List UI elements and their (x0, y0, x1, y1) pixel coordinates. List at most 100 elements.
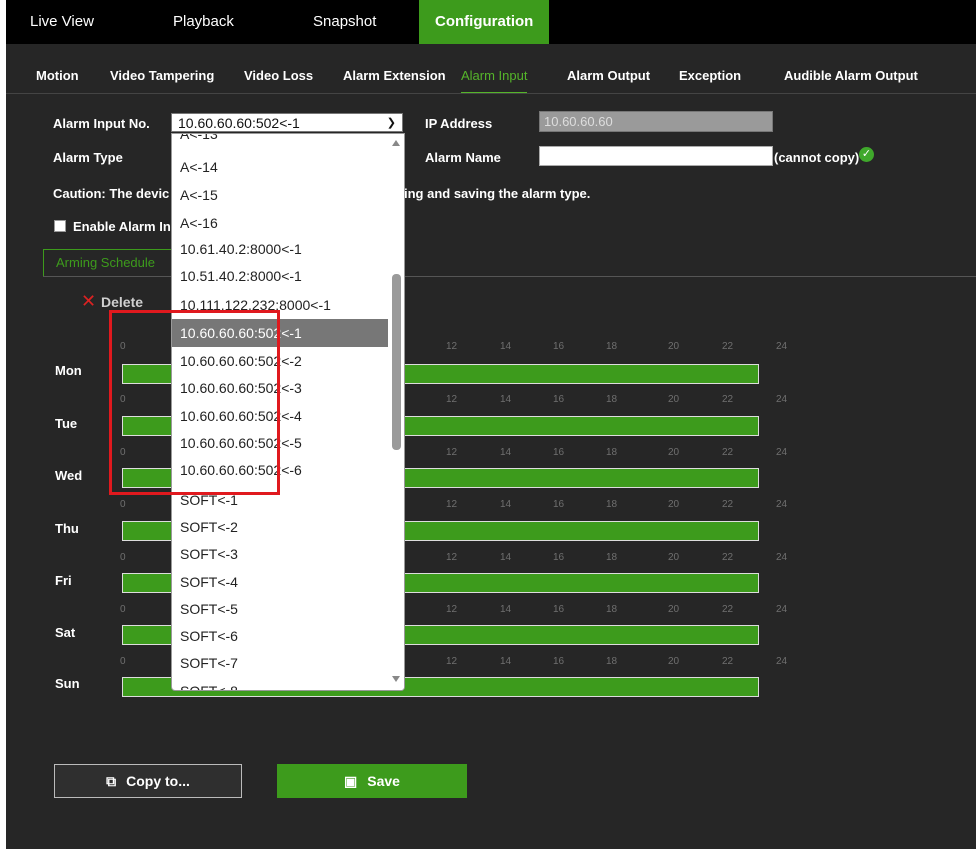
subtab-video-tampering[interactable]: Video Tampering (110, 58, 214, 94)
dropdown-option[interactable]: SOFT<-2 (172, 513, 388, 541)
copy-to-button[interactable]: ⧉ Copy to... (54, 764, 242, 798)
alarm-type-label: Alarm Type (53, 150, 123, 165)
tick-label: 12 (446, 499, 458, 510)
caution-text-right: ing and saving the alarm type. (404, 186, 591, 201)
top-navigation: Live View Playback Snapshot Configuratio… (6, 0, 976, 44)
tick-label: 14 (500, 499, 512, 510)
chevron-down-icon: ❯ (386, 117, 396, 129)
tick-label: 22 (722, 499, 734, 510)
tick-label: 14 (500, 394, 512, 405)
check-circle-icon: ✓ (859, 147, 874, 162)
tick-label: 18 (606, 604, 618, 615)
tick-label: 24 (776, 499, 788, 510)
alarm-name-label: Alarm Name (425, 150, 501, 165)
dropdown-scrollbar[interactable] (388, 134, 404, 690)
tick-label: 20 (668, 552, 680, 563)
dropdown-option[interactable]: SOFT<-5 (172, 595, 388, 623)
subtab-exception[interactable]: Exception (679, 58, 741, 94)
subtab-alarm-input[interactable]: Alarm Input (461, 58, 528, 94)
tick-label: 0 (120, 604, 126, 615)
tick-label: 14 (500, 447, 512, 458)
copy-icon: ⧉ (106, 773, 117, 789)
tick-label: 20 (668, 341, 680, 352)
day-label-wed: Wed (55, 468, 83, 483)
tick-label: 16 (553, 447, 565, 458)
enable-alarm-checkbox[interactable] (54, 220, 66, 232)
arming-schedule-tab[interactable]: Arming Schedule (43, 249, 183, 277)
dropdown-option[interactable]: SOFT<-6 (172, 622, 388, 650)
tab-configuration[interactable]: Configuration (419, 0, 550, 44)
tick-label: 18 (606, 394, 618, 405)
tick-label: 18 (606, 656, 618, 667)
dropdown-option[interactable]: SOFT<-4 (172, 568, 388, 596)
tick-label: 16 (553, 656, 565, 667)
dropdown-option[interactable]: 10.51.40.2:8000<-1 (172, 262, 388, 290)
copy-to-label: Copy to... (126, 773, 190, 789)
tick-label: 14 (500, 341, 512, 352)
alarm-input-no-select[interactable]: 10.60.60.60:502<-1 ❯ (171, 113, 403, 132)
day-label-tue: Tue (55, 416, 78, 431)
tick-label: 0 (120, 552, 126, 563)
tick-label: 24 (776, 341, 788, 352)
tick-label: 18 (606, 341, 618, 352)
tick-label: 14 (500, 552, 512, 563)
tick-label: 16 (553, 394, 565, 405)
tick-label: 22 (722, 656, 734, 667)
ip-address-label: IP Address (425, 116, 493, 131)
tick-label: 22 (722, 552, 734, 563)
tick-label: 0 (120, 656, 126, 667)
sub-navigation: Motion Video Tampering Video Loss Alarm … (6, 58, 976, 94)
day-label-mon: Mon (55, 363, 82, 378)
scroll-down-arrow-icon[interactable] (392, 676, 400, 682)
tick-label: 16 (553, 552, 565, 563)
tick-label: 16 (553, 604, 565, 615)
dropdown-option[interactable]: A<-15 (172, 181, 388, 209)
tab-playback[interactable]: Playback (173, 0, 234, 44)
tick-label: 24 (776, 656, 788, 667)
tick-label: 18 (606, 552, 618, 563)
alarm-name-input[interactable] (539, 146, 773, 166)
tick-label: 16 (553, 499, 565, 510)
delete-icon[interactable]: ✕ (81, 292, 96, 310)
tick-label: 14 (500, 656, 512, 667)
tick-label: 18 (606, 447, 618, 458)
ip-address-field: 10.60.60.60 (539, 111, 773, 132)
dropdown-option[interactable]: A<-13 (172, 134, 388, 148)
tick-label: 18 (606, 499, 618, 510)
tick-label: 20 (668, 394, 680, 405)
tick-label: 24 (776, 394, 788, 405)
tick-label: 12 (446, 552, 458, 563)
dropdown-option[interactable]: SOFT<-3 (172, 540, 388, 568)
tick-label: 22 (722, 394, 734, 405)
tab-snapshot[interactable]: Snapshot (313, 0, 376, 44)
caution-text-left: Caution: The devic (53, 186, 170, 201)
day-label-thu: Thu (55, 521, 79, 536)
subtab-video-loss[interactable]: Video Loss (244, 58, 313, 94)
tick-label: 16 (553, 341, 565, 352)
tab-live-view[interactable]: Live View (30, 0, 94, 44)
subtab-alarm-output[interactable]: Alarm Output (567, 58, 650, 94)
subtab-motion[interactable]: Motion (36, 58, 79, 94)
tick-label: 12 (446, 447, 458, 458)
alarm-input-no-value: 10.60.60.60:502<-1 (178, 115, 300, 131)
subnav-divider (6, 93, 976, 94)
tick-label: 20 (668, 499, 680, 510)
tick-label: 20 (668, 604, 680, 615)
dropdown-option[interactable]: 10.61.40.2:8000<-1 (172, 235, 388, 263)
dropdown-option[interactable]: SOFT<-7 (172, 649, 388, 677)
scroll-up-arrow-icon[interactable] (392, 140, 400, 146)
cannot-copy-note: (cannot copy) (774, 150, 860, 165)
tick-label: 14 (500, 604, 512, 615)
subtab-audible-alarm-output[interactable]: Audible Alarm Output (784, 58, 918, 94)
tick-label: 12 (446, 604, 458, 615)
dropdown-option[interactable]: A<-14 (172, 153, 388, 181)
save-button[interactable]: ▣ Save (277, 764, 467, 798)
subtab-alarm-extension[interactable]: Alarm Extension (343, 58, 446, 94)
day-label-fri: Fri (55, 573, 72, 588)
tick-label: 24 (776, 604, 788, 615)
delete-button[interactable]: Delete (101, 294, 143, 310)
dropdown-option[interactable]: SOFT<-8 (172, 677, 388, 690)
dropdown-option[interactable]: A<-16 (172, 209, 388, 237)
scrollbar-thumb[interactable] (392, 274, 401, 450)
red-highlight-box (109, 310, 280, 495)
